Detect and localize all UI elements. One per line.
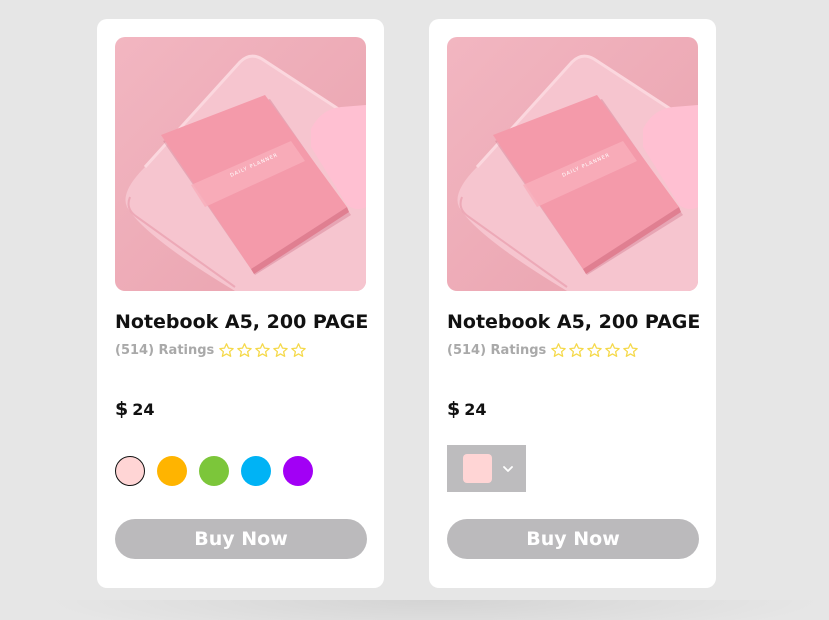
star-icon — [604, 342, 621, 359]
product-price: $ 24 — [447, 398, 487, 420]
star-icon — [272, 342, 289, 359]
color-dropdown[interactable] — [447, 445, 526, 492]
buy-now-button[interactable]: Buy Now — [115, 519, 367, 559]
star-icon — [254, 342, 271, 359]
product-card-2: Notebook A5, 200 PAGE (514) Ratings $ 24… — [429, 19, 716, 588]
star-icon — [218, 342, 235, 359]
star-icon — [550, 342, 567, 359]
color-swatch-green[interactable] — [199, 456, 229, 486]
product-card-1: Notebook A5, 200 PAGE (514) Ratings $ 24… — [97, 19, 384, 588]
rating-stars — [218, 342, 307, 359]
price-value: 24 — [464, 399, 487, 419]
buy-now-button[interactable]: Buy Now — [447, 519, 699, 559]
ratings-count: (514) Ratings — [115, 342, 215, 358]
selected-color-chip — [463, 454, 492, 483]
product-title[interactable]: Notebook A5, 200 PAGE — [447, 311, 707, 333]
price-currency: $ — [447, 398, 461, 420]
price-currency: $ — [115, 398, 129, 420]
star-icon — [236, 342, 253, 359]
color-swatch-pink[interactable] — [115, 456, 145, 486]
star-icon — [290, 342, 307, 359]
page: Notebook A5, 200 PAGE (514) Ratings $ 24… — [0, 0, 829, 620]
product-price: $ 24 — [115, 398, 155, 420]
price-value: 24 — [132, 399, 155, 419]
color-swatches — [115, 456, 313, 486]
rating-stars — [550, 342, 639, 359]
star-icon — [586, 342, 603, 359]
ratings-row: (514) Ratings — [115, 341, 307, 359]
color-swatch-purple[interactable] — [283, 456, 313, 486]
color-swatch-yellow[interactable] — [157, 456, 187, 486]
ratings-row: (514) Ratings — [447, 341, 639, 359]
product-image[interactable] — [447, 37, 698, 291]
color-swatch-blue[interactable] — [241, 456, 271, 486]
star-icon — [622, 342, 639, 359]
product-title[interactable]: Notebook A5, 200 PAGE — [115, 311, 375, 333]
ratings-count: (514) Ratings — [447, 342, 547, 358]
floor-shadow — [40, 600, 829, 620]
star-icon — [568, 342, 585, 359]
product-image[interactable] — [115, 37, 366, 291]
chevron-down-icon — [503, 465, 513, 472]
